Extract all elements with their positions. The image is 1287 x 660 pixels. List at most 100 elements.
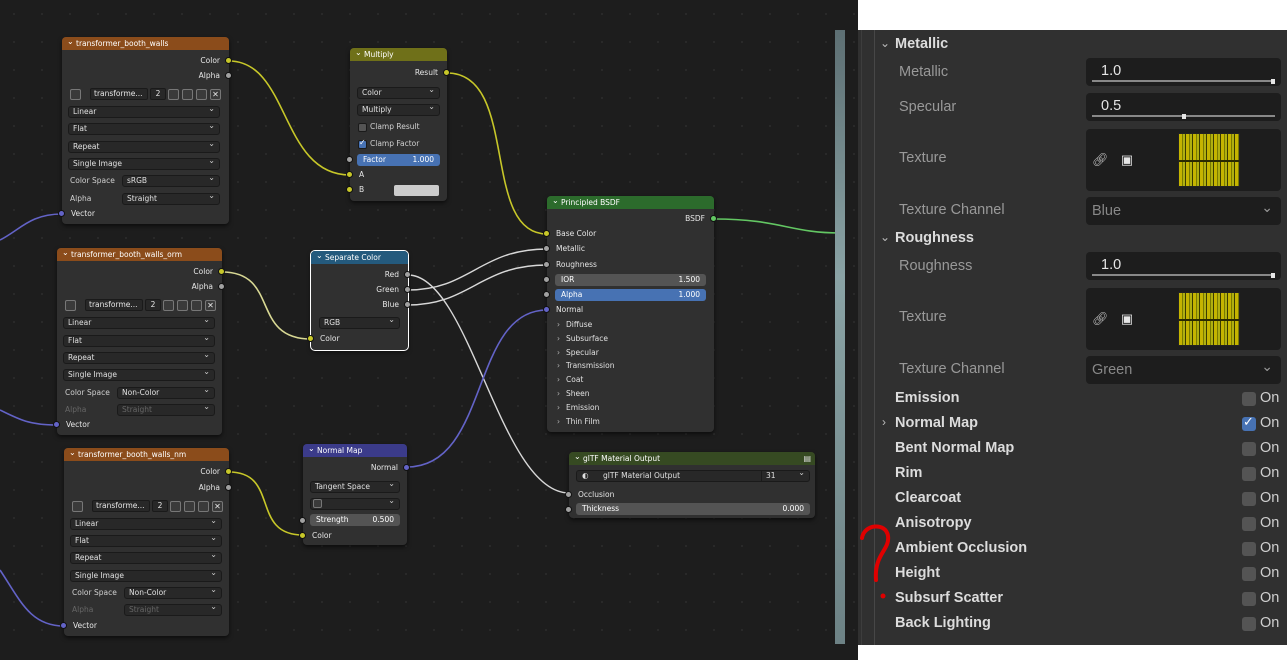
panel-diffuse[interactable]: Diffuse (557, 319, 592, 331)
principled-bsdf-node[interactable]: Principled BSDF BSDF Base Color Metallic… (543, 196, 717, 432)
data-type-dropdown[interactable]: Color (357, 87, 440, 99)
uv-map-field[interactable] (310, 498, 400, 510)
node-title[interactable]: transformer_booth_walls_orm (57, 248, 222, 261)
specular-slider[interactable]: 0.5 (1086, 93, 1281, 121)
panel-emission[interactable]: Emission (557, 402, 599, 414)
input-color-socket[interactable] (299, 532, 306, 539)
mix-multiply-node[interactable]: Multiply Result Color Multiply Clamp Res… (346, 48, 450, 201)
image-texture-node-nm[interactable]: transformer_booth_walls_nm Color Alpha t… (60, 448, 232, 636)
strength-field[interactable]: Strength 0.500 (310, 514, 400, 526)
separate-color-node[interactable]: Separate Color Red Green Blue RGB Color (307, 250, 411, 351)
panel-thin-film[interactable]: Thin Film (557, 416, 600, 428)
source-dropdown[interactable]: Single Image (70, 570, 222, 582)
extension-anisotropy-toggle[interactable] (1242, 517, 1256, 531)
shader-node-editor[interactable]: transformer_booth_walls Color Alpha tran… (0, 0, 858, 660)
input-strength-socket[interactable] (299, 517, 306, 524)
alpha-mode-dropdown[interactable]: Straight (122, 193, 220, 205)
image-texture-node-orm[interactable]: transformer_booth_walls_orm Color Alpha … (53, 248, 225, 435)
image-selector[interactable]: transforme... 2 ✕ (65, 299, 216, 312)
output-alpha-socket[interactable] (218, 283, 225, 290)
image-selector[interactable]: transforme... 2 ✕ (72, 500, 223, 513)
metallic-section-chevron-icon[interactable]: ⌄ (880, 36, 890, 50)
link-icon[interactable]: 🔗︎ (1092, 312, 1109, 326)
output-blue-socket[interactable] (404, 301, 411, 308)
color-space-dropdown[interactable]: Non-Color (124, 587, 222, 599)
ior-field[interactable]: IOR 1.500 (555, 274, 706, 286)
image-name-field[interactable]: transforme... (90, 88, 148, 100)
metallic-knob[interactable] (1271, 79, 1275, 84)
output-alpha-socket[interactable] (225, 484, 232, 491)
duplicate-image-icon[interactable] (182, 89, 193, 100)
normal-map-node[interactable]: Normal Map Normal Tangent Space Strength… (299, 444, 410, 545)
normal-map-expand-chevron-icon[interactable]: › (882, 415, 886, 429)
output-color-socket[interactable] (225, 468, 232, 475)
node-title[interactable]: Multiply (350, 48, 447, 61)
roughness-knob[interactable] (1271, 273, 1275, 278)
duplicate-image-icon[interactable] (184, 501, 195, 512)
image-browse-icon[interactable] (72, 501, 83, 512)
extension-bent-normal-map-toggle[interactable] (1242, 442, 1256, 456)
duplicate-image-icon[interactable] (177, 300, 188, 311)
blend-mode-dropdown[interactable]: Multiply (357, 104, 440, 116)
input-alpha-socket[interactable] (543, 291, 550, 298)
link-icon[interactable]: 🔗︎ (1092, 153, 1109, 167)
source-dropdown[interactable]: Single Image (68, 158, 220, 170)
extension-normal-map-label[interactable]: Normal Map (895, 415, 978, 431)
input-color-socket[interactable] (307, 335, 314, 342)
extension-height-toggle[interactable] (1242, 567, 1256, 581)
metallic-slider[interactable]: 1.0 (1086, 58, 1281, 86)
roughness-texture-thumbnail[interactable] (1178, 292, 1240, 346)
input-vector-socket[interactable] (60, 622, 67, 629)
image-users-count[interactable]: 2 (150, 88, 166, 100)
metallic-texture-channel-dropdown[interactable]: Blue (1086, 193, 1281, 225)
extension-clearcoat-toggle[interactable] (1242, 492, 1256, 506)
image-users-count[interactable]: 2 (145, 299, 161, 311)
output-green-socket[interactable] (404, 286, 411, 293)
metallic-section-title[interactable]: Metallic (895, 36, 948, 52)
node-title[interactable]: transformer_booth_walls (62, 37, 229, 50)
projection-dropdown[interactable]: Flat (63, 335, 215, 347)
roughness-section-title[interactable]: Roughness (895, 230, 974, 246)
input-b-color-swatch[interactable] (394, 185, 439, 196)
fake-user-shield-icon[interactable] (163, 300, 174, 311)
panel-subsurface[interactable]: Subsurface (557, 333, 608, 345)
panel-transmission[interactable]: Transmission (557, 360, 614, 372)
input-occlusion-socket[interactable] (565, 491, 572, 498)
color-mode-dropdown[interactable]: RGB (319, 317, 400, 329)
space-dropdown[interactable]: Tangent Space (310, 481, 400, 493)
output-normal-socket[interactable] (403, 464, 410, 471)
extension-dropdown[interactable]: Repeat (63, 352, 215, 364)
source-dropdown[interactable]: Single Image (63, 369, 215, 381)
roughness-section-chevron-icon[interactable]: ⌄ (880, 230, 890, 244)
unlink-image-close-icon[interactable]: ✕ (210, 89, 221, 100)
image-texture-node-walls[interactable]: transformer_booth_walls Color Alpha tran… (58, 37, 232, 224)
alpha-slider[interactable]: Alpha 1.000 (555, 289, 706, 301)
output-result-socket[interactable] (443, 69, 450, 76)
interpolation-dropdown[interactable]: Linear (70, 518, 222, 530)
input-vector-socket[interactable] (53, 421, 60, 428)
image-icon[interactable]: ▣ (1120, 153, 1134, 167)
roughness-texture-slot[interactable]: 🔗︎ ▣ (1086, 288, 1281, 350)
roughness-slider[interactable]: 1.0 (1086, 252, 1281, 280)
input-b-socket[interactable] (346, 186, 353, 193)
image-selector[interactable]: transforme... 2 ✕ (70, 88, 222, 101)
extension-emission-toggle[interactable] (1242, 392, 1256, 406)
input-a-socket[interactable] (346, 171, 353, 178)
extension-normal-map-toggle[interactable] (1242, 414, 1256, 431)
output-alpha-socket[interactable] (225, 72, 232, 79)
input-metallic-socket[interactable] (543, 245, 550, 252)
output-bsdf-socket[interactable] (710, 215, 717, 222)
projection-dropdown[interactable]: Flat (70, 535, 222, 547)
clamp-factor-checkbox[interactable] (358, 138, 367, 149)
extension-dropdown[interactable]: Repeat (68, 141, 220, 153)
image-name-field[interactable]: transforme... (92, 500, 150, 512)
node-title[interactable]: glTF Material Output (569, 452, 815, 465)
clamp-result-checkbox[interactable] (358, 123, 367, 132)
roughness-texture-channel-dropdown[interactable]: Green (1086, 352, 1281, 384)
factor-slider[interactable]: Factor 1.000 (357, 154, 440, 166)
input-thickness-socket[interactable] (565, 506, 572, 513)
open-image-icon[interactable] (191, 300, 202, 311)
node-group-selector[interactable]: ◐ glTF Material Output 31 (576, 470, 810, 482)
input-factor-socket[interactable] (346, 156, 353, 163)
input-vector-socket[interactable] (58, 210, 65, 217)
